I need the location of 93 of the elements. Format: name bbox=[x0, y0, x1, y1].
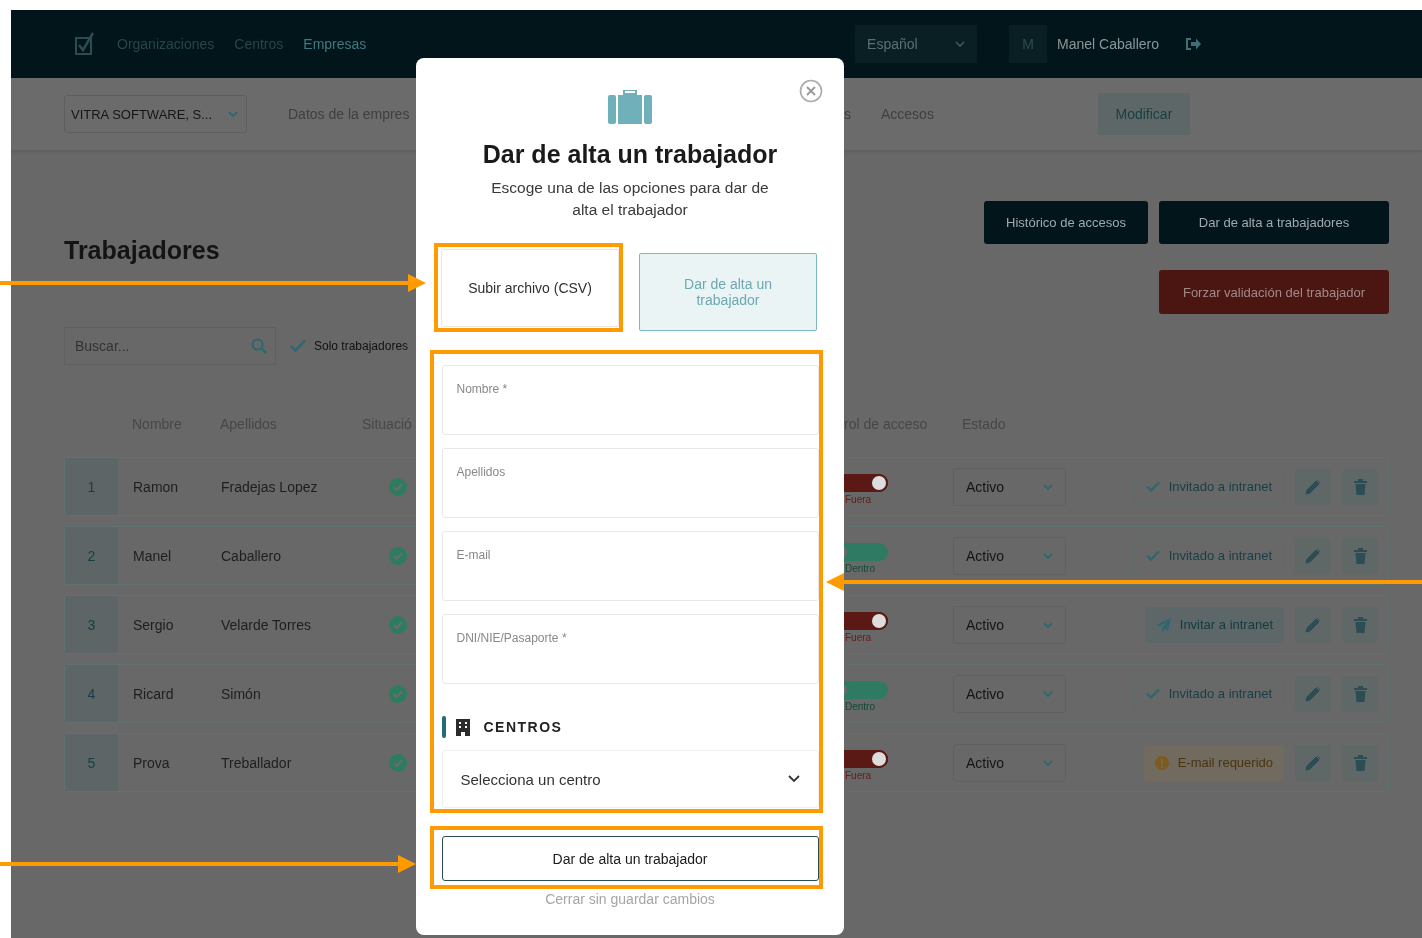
status-select[interactable]: Activo bbox=[953, 674, 1066, 713]
status-select[interactable]: Activo bbox=[953, 467, 1066, 506]
chevron-icon bbox=[228, 111, 238, 117]
table-cell-text: Ramon bbox=[133, 478, 180, 495]
status-select[interactable]: Activo bbox=[953, 536, 1066, 575]
invite-button[interactable]: Invitado a intranet bbox=[1133, 537, 1284, 574]
pencil-icon bbox=[1305, 685, 1321, 702]
chevron-icon bbox=[955, 41, 966, 47]
table-cell-text: Caballero bbox=[221, 547, 282, 564]
access-label: Fuera bbox=[845, 770, 872, 781]
chevron-icon bbox=[1043, 552, 1053, 559]
access-label: Fuera bbox=[845, 494, 872, 505]
row-number: 3 bbox=[65, 596, 118, 653]
row-number: 5 bbox=[65, 734, 118, 791]
invite-button[interactable]: Invitar a intranet bbox=[1144, 606, 1284, 643]
briefcase-icon bbox=[608, 88, 652, 124]
chevron-icon bbox=[787, 775, 800, 783]
status-select[interactable]: Activo bbox=[953, 605, 1066, 644]
row-number: 2 bbox=[65, 527, 118, 584]
access-label: Dentro bbox=[845, 563, 875, 574]
chevron-icon bbox=[1043, 759, 1053, 766]
user-name: Manel Caballero bbox=[1057, 36, 1159, 52]
option-button[interactable]: Subir archivo (CSV) bbox=[441, 249, 619, 327]
submit-button[interactable]: Dar de alta un trabajador bbox=[441, 836, 819, 881]
warning-icon bbox=[1154, 755, 1169, 770]
page-title: Trabajadores bbox=[64, 236, 220, 266]
invite-button[interactable]: Invitado a intranet bbox=[1133, 675, 1284, 712]
force-validation-button[interactable]: Forzar validación del trabajador bbox=[1159, 270, 1389, 314]
checkbox-logo-icon bbox=[75, 32, 95, 56]
filter-label: Solo trabajadores bbox=[314, 339, 410, 353]
paper-plane-icon bbox=[1155, 617, 1171, 632]
logout-icon[interactable] bbox=[1185, 37, 1201, 51]
table-cell-text: Sergio bbox=[133, 616, 175, 633]
modal-subtitle: Escoge una de las opciones para dar de alta el trabajador bbox=[490, 178, 770, 220]
row-number: 1 bbox=[65, 458, 118, 515]
pencil-icon bbox=[1305, 754, 1321, 771]
trash-icon bbox=[1353, 754, 1367, 771]
invite-button[interactable]: Invitado a intranet bbox=[1133, 468, 1284, 505]
close-icon[interactable] bbox=[799, 79, 823, 103]
access-label: Fuera bbox=[845, 632, 872, 643]
edit-button[interactable] bbox=[1295, 537, 1331, 574]
chevron-icon bbox=[1043, 621, 1053, 628]
delete-button[interactable] bbox=[1342, 675, 1378, 712]
trash-icon bbox=[1353, 616, 1367, 633]
input-field[interactable]: E-mail bbox=[441, 531, 819, 601]
chevron-icon bbox=[1043, 483, 1053, 490]
action-button[interactable]: Dar de alta a trabajadores bbox=[1159, 201, 1389, 244]
cancel-link[interactable]: Cerrar sin guardar cambios bbox=[545, 891, 715, 907]
input-field[interactable]: Apellidos bbox=[441, 448, 819, 518]
trash-icon bbox=[1353, 685, 1367, 702]
table-cell-text: Treballador bbox=[221, 754, 293, 771]
building-icon bbox=[455, 718, 470, 736]
search-icon bbox=[251, 338, 267, 354]
delete-button[interactable] bbox=[1342, 744, 1378, 781]
action-button[interactable]: Histórico de accesos bbox=[984, 201, 1148, 244]
input-field[interactable]: Nombre * bbox=[441, 365, 819, 435]
invite-button[interactable]: E-mail requerido bbox=[1143, 744, 1284, 781]
section-marker bbox=[441, 716, 446, 738]
table-cell-text: Manel bbox=[133, 547, 173, 564]
access-label: Dentro bbox=[845, 701, 875, 712]
delete-button[interactable] bbox=[1342, 606, 1378, 643]
table-cell-text: Fradejas Lopez bbox=[221, 478, 319, 495]
delete-button[interactable] bbox=[1342, 537, 1378, 574]
check-icon bbox=[1145, 550, 1160, 561]
trash-icon bbox=[1353, 478, 1367, 495]
pencil-icon bbox=[1305, 478, 1321, 495]
edit-button[interactable] bbox=[1295, 606, 1331, 643]
row-number: 4 bbox=[65, 665, 118, 722]
pencil-icon bbox=[1305, 616, 1321, 633]
nav-link[interactable]: Empresas bbox=[303, 36, 367, 52]
edit-button[interactable] bbox=[1295, 468, 1331, 505]
check-icon bbox=[1145, 481, 1160, 492]
section-title: CENTROS bbox=[483, 719, 563, 735]
edit-button[interactable] bbox=[1295, 675, 1331, 712]
input-field[interactable]: DNI/NIE/Pasaporte * bbox=[441, 614, 819, 684]
chevron-icon bbox=[1043, 690, 1053, 697]
delete-button[interactable] bbox=[1342, 468, 1378, 505]
pencil-icon bbox=[1305, 547, 1321, 564]
checkbox[interactable] bbox=[290, 339, 306, 353]
table-cell-text: Prova bbox=[133, 754, 171, 771]
table-cell-text: Simón bbox=[221, 685, 262, 702]
edit-button[interactable] bbox=[1295, 744, 1331, 781]
table-cell-text: Velarde Torres bbox=[221, 616, 312, 633]
company-select[interactable]: VITRA SOFTWARE, S... bbox=[64, 95, 247, 133]
modal-title: Dar de alta un trabajador bbox=[482, 140, 778, 169]
status-select[interactable]: Activo bbox=[953, 743, 1066, 782]
language-select[interactable]: Español bbox=[855, 25, 978, 63]
center-select[interactable]: Selecciona un centro bbox=[441, 750, 819, 808]
modify-button[interactable]: Modificar bbox=[1097, 93, 1190, 135]
check-icon bbox=[1145, 688, 1160, 699]
table-cell-text: Ricard bbox=[133, 685, 175, 702]
trash-icon bbox=[1353, 547, 1367, 564]
option-button[interactable]: Dar de alta un trabajador bbox=[639, 253, 817, 331]
